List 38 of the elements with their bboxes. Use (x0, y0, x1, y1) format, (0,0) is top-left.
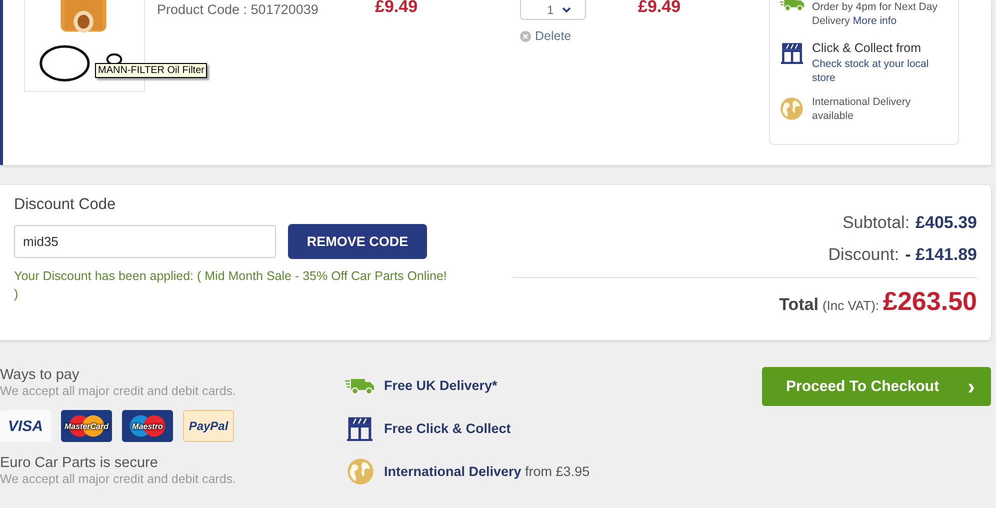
security-subtext: We accept all major credit and debit cards. (0, 472, 237, 486)
image-tooltip: MANN-FILTER Oil Filter (95, 63, 208, 78)
store-icon (780, 42, 804, 64)
discount-code-field[interactable]: mid35 (14, 225, 276, 258)
store-icon (347, 416, 373, 442)
discount-label: Discount: (828, 245, 900, 265)
benefit-text: International Delivery from £3.95 (384, 464, 590, 479)
security-heading: Euro Car Parts is secure (0, 455, 159, 471)
payment-subtext: We accept all major credit and debit cards. (0, 384, 237, 398)
discount-message: Your Discount has been applied: ( Mid Month Sale - 35% Off Car Parts Online! ) (14, 268, 448, 303)
payment-heading: Ways to pay (0, 367, 80, 383)
delete-link[interactable]: Delete (520, 29, 572, 43)
truck-icon (345, 376, 375, 394)
subtotal-value: £405.39 (916, 213, 977, 233)
remove-code-button[interactable]: REMOVE CODE (288, 224, 427, 259)
unit-price: £9.49 (375, 0, 419, 17)
subtotal-label: Subtotal: (842, 213, 910, 233)
delivery-option-text: International Delivery available (812, 95, 912, 123)
payment-card-logo: VISA (0, 410, 51, 442)
total-note: (Inc VAT): (822, 298, 880, 313)
discount-value: - £141.89 (905, 245, 977, 265)
globe-icon (346, 458, 374, 485)
chevron-down-icon (562, 6, 571, 12)
total-label: Total (779, 295, 818, 315)
total-value: £263.50 (883, 286, 977, 317)
discount-heading: Discount Code (14, 196, 117, 214)
quantity-select[interactable]: 1 (520, 0, 586, 20)
more-info-link[interactable]: More info (852, 15, 897, 27)
line-total: £9.49 (638, 0, 682, 17)
payment-card-logo: PayPal (183, 410, 234, 442)
delivery-option-title: Click & Collect from (812, 40, 922, 57)
globe-icon (780, 97, 804, 120)
product-code: Product Code : 501720039 (157, 2, 320, 17)
check-stock-link[interactable]: Check stock at your local store (812, 57, 950, 85)
delivery-option-text: Order by 4pm for Next Day Delivery More info (812, 0, 938, 28)
close-icon (520, 30, 531, 42)
benefit-text: Free UK Delivery* (384, 378, 498, 393)
benefit-text: Free Click & Collect (384, 421, 511, 436)
